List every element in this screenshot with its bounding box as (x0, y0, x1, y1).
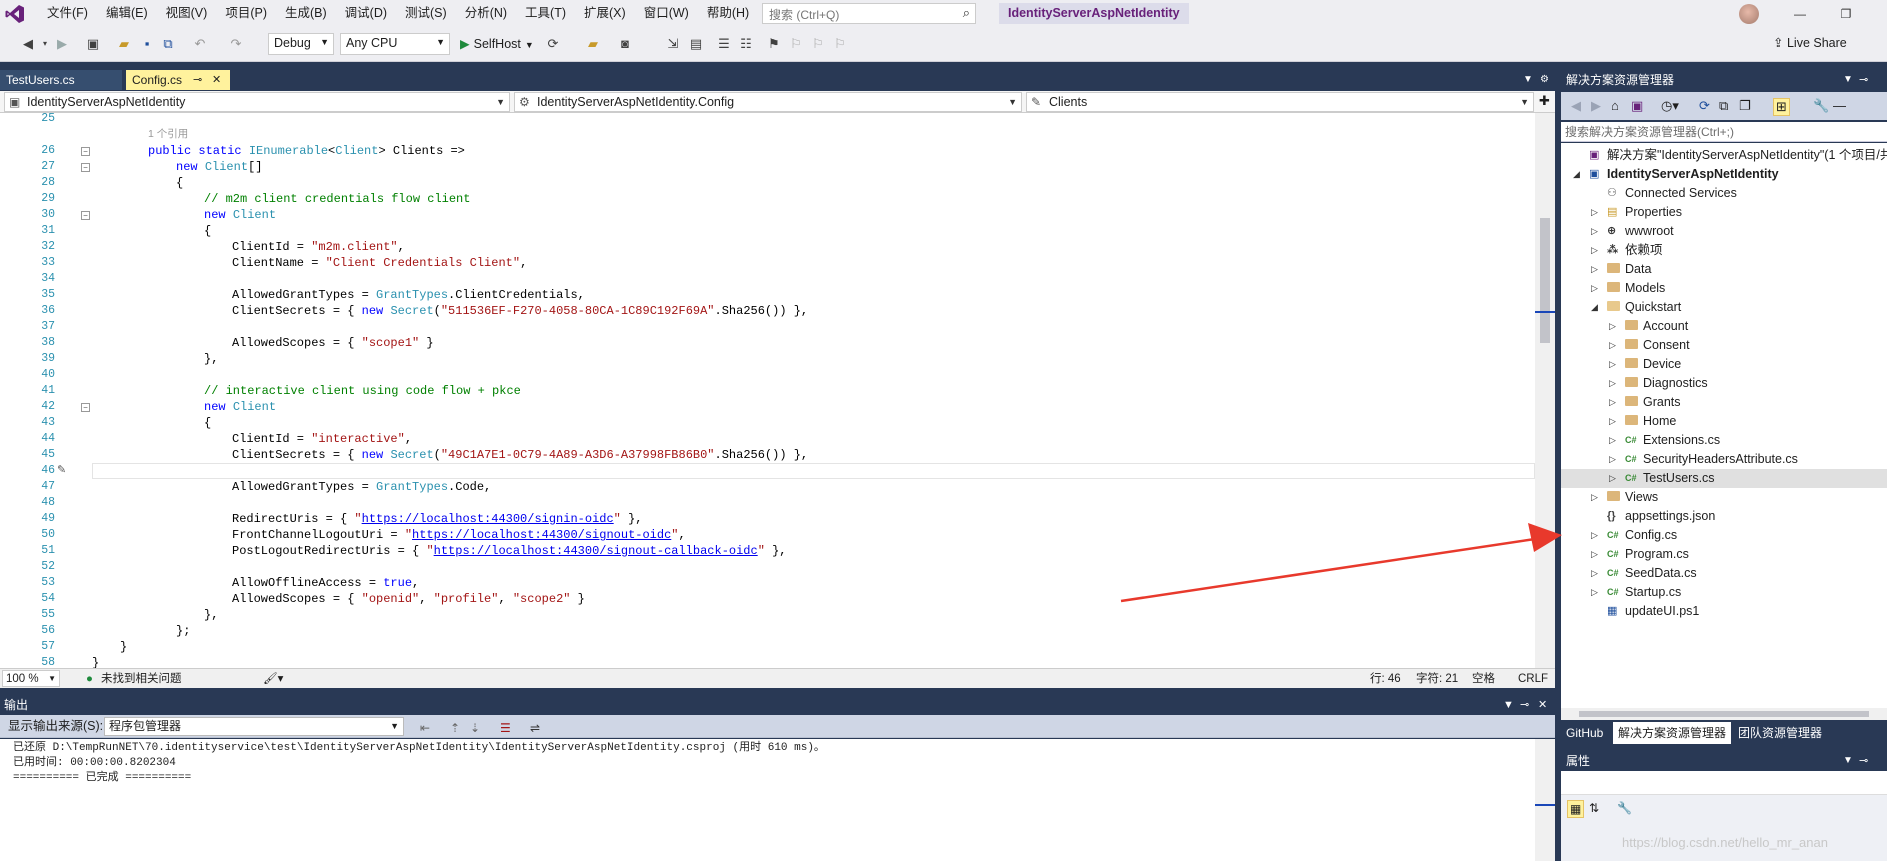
annotation-arrow-icon (1120, 523, 1562, 603)
